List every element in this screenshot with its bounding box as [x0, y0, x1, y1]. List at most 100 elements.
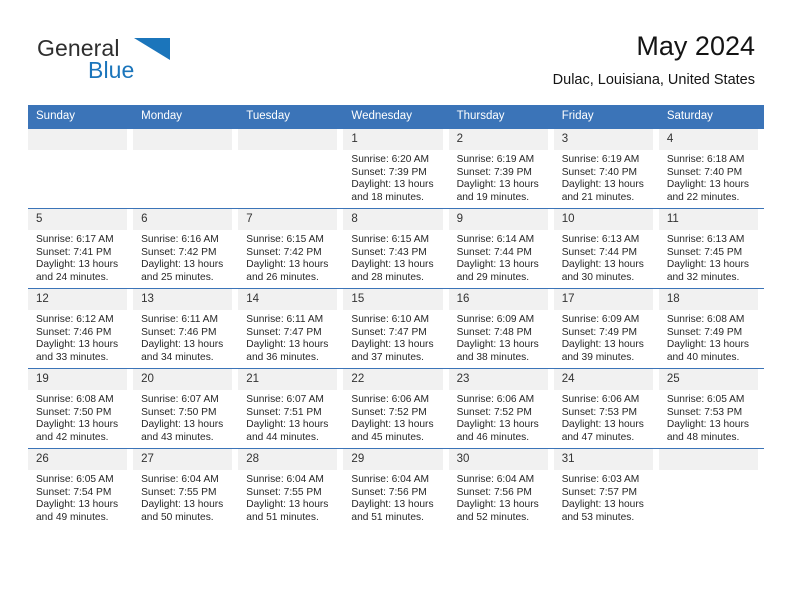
day-details: Sunrise: 6:06 AM Sunset: 7:52 PM Daylight:…: [449, 390, 549, 444]
calendar-day-cell[interactable]: 16 Sunrise: 6:09 AM Sunset: 7:48 PM Dayligh…: [448, 288, 554, 369]
logo-triangle-icon: [134, 38, 170, 60]
day-number: 11: [658, 209, 758, 230]
calendar-day-cell[interactable]: 31 Sunrise: 6:03 AM Sunset: 7:57 PM Dayligh…: [553, 448, 659, 528]
day-cell-inner: 31 Sunrise: 6:03 AM Sunset: 7:57 PM Dayligh…: [553, 449, 659, 528]
calendar-day-cell[interactable]: 8 Sunrise: 6:15 AM Sunset: 7:43 PM Daylight…: [343, 208, 449, 289]
day-details: Sunrise: 6:03 AM Sunset: 7:57 PM Daylight:…: [554, 470, 654, 524]
day-cell-inner: 29 Sunrise: 6:04 AM Sunset: 7:56 PM Dayligh…: [343, 449, 448, 528]
sunrise-text: Sunrise: 6:04 AM: [351, 474, 430, 485]
calendar-day-cell[interactable]: 4 Sunrise: 6:18 AM Sunset: 7:40 PM Daylight…: [658, 128, 764, 209]
day-cell-inner: 30 Sunrise: 6:04 AM Sunset: 7:56 PM Dayligh…: [448, 449, 554, 528]
sunrise-text: Sunrise: 6:20 AM: [351, 154, 430, 165]
calendar-week-row: 26 Sunrise: 6:05 AM Sunset: 7:54 PM Dayligh…: [28, 448, 764, 528]
day-number: 19: [28, 369, 128, 390]
sunset-text: Sunset: 7:49 PM: [561, 326, 638, 338]
day-number: [28, 129, 128, 150]
sunset-text: Sunset: 7:42 PM: [141, 246, 217, 258]
calendar-day-cell[interactable]: 13 Sunrise: 6:11 AM Sunset: 7:46 PM Dayligh…: [133, 288, 239, 369]
calendar-day-cell: [658, 448, 764, 528]
day-number: 10: [553, 209, 653, 230]
sunrise-text: Sunrise: 6:17 AM: [36, 234, 114, 245]
calendar-day-cell[interactable]: 17 Sunrise: 6:09 AM Sunset: 7:49 PM Dayligh…: [553, 288, 659, 369]
calendar-day-cell[interactable]: 19 Sunrise: 6:08 AM Sunset: 7:50 PM Dayligh…: [28, 368, 134, 449]
calendar-day-cell: [238, 128, 344, 209]
calendar-day-cell[interactable]: 7 Sunrise: 6:15 AM Sunset: 7:42 PM Daylight…: [238, 208, 344, 289]
day-details: Sunrise: 6:18 AM Sunset: 7:40 PM Daylight:…: [659, 150, 759, 204]
daylight-text: Daylight: 13 hours: [36, 499, 119, 511]
calendar-day-cell[interactable]: 14 Sunrise: 6:11 AM Sunset: 7:47 PM Dayligh…: [238, 288, 344, 369]
calendar-day-cell[interactable]: 24 Sunrise: 6:06 AM Sunset: 7:53 PM Dayligh…: [553, 368, 659, 449]
day-details: Sunrise: 6:15 AM Sunset: 7:43 PM Daylight:…: [343, 230, 443, 284]
calendar-day-cell[interactable]: 9 Sunrise: 6:14 AM Sunset: 7:44 PM Daylight…: [448, 208, 554, 289]
calendar-day-cell[interactable]: 18 Sunrise: 6:08 AM Sunset: 7:49 PM Dayligh…: [658, 288, 764, 369]
sunrise-text: Sunrise: 6:14 AM: [456, 234, 535, 245]
calendar-day-cell[interactable]: 1 Sunrise: 6:20 AM Sunset: 7:39 PM Daylight…: [343, 128, 449, 209]
day-cell-inner: 12 Sunrise: 6:12 AM Sunset: 7:46 PM Dayligh…: [28, 289, 133, 368]
daylight-text: and 21 minutes.: [561, 191, 635, 203]
calendar-day-cell[interactable]: 10 Sunrise: 6:13 AM Sunset: 7:44 PM Dayligh…: [553, 208, 659, 289]
calendar-week-row: 12 Sunrise: 6:12 AM Sunset: 7:46 PM Dayligh…: [28, 288, 764, 369]
day-number: 4: [658, 129, 758, 150]
daylight-text: and 19 minutes.: [456, 191, 530, 203]
day-cell-inner: [28, 129, 133, 208]
calendar-day-cell[interactable]: 29 Sunrise: 6:04 AM Sunset: 7:56 PM Dayligh…: [343, 448, 449, 528]
sunset-text: Sunset: 7:44 PM: [456, 246, 532, 258]
daylight-text: and 40 minutes.: [666, 351, 740, 363]
calendar-day-cell[interactable]: 25 Sunrise: 6:05 AM Sunset: 7:53 PM Dayligh…: [658, 368, 764, 449]
calendar-day-cell[interactable]: 11 Sunrise: 6:13 AM Sunset: 7:45 PM Dayligh…: [658, 208, 764, 289]
calendar-day-cell[interactable]: 22 Sunrise: 6:06 AM Sunset: 7:52 PM Dayligh…: [343, 368, 449, 449]
calendar-day-cell[interactable]: 6 Sunrise: 6:16 AM Sunset: 7:42 PM Daylight…: [133, 208, 239, 289]
calendar-day-cell[interactable]: 15 Sunrise: 6:10 AM Sunset: 7:47 PM Dayligh…: [343, 288, 449, 369]
daylight-text: and 39 minutes.: [561, 351, 635, 363]
daylight-text: Daylight: 13 hours: [351, 179, 434, 191]
day-number: 18: [658, 289, 758, 310]
daylight-text: and 24 minutes.: [36, 271, 109, 283]
day-number: 26: [28, 449, 128, 470]
location-subtitle: Dulac, Louisiana, United States: [552, 72, 755, 88]
day-details: Sunrise: 6:06 AM Sunset: 7:53 PM Daylight:…: [554, 390, 654, 444]
day-details: Sunrise: 6:06 AM Sunset: 7:52 PM Daylight:…: [343, 390, 443, 444]
daylight-text: Daylight: 13 hours: [666, 179, 749, 191]
daylight-text: Daylight: 13 hours: [351, 419, 434, 431]
calendar-day-cell[interactable]: 2 Sunrise: 6:19 AM Sunset: 7:39 PM Daylight…: [448, 128, 554, 209]
day-details: Sunrise: 6:08 AM Sunset: 7:49 PM Daylight:…: [659, 310, 759, 364]
day-number: 16: [448, 289, 548, 310]
calendar-day-cell[interactable]: 23 Sunrise: 6:06 AM Sunset: 7:52 PM Dayligh…: [448, 368, 554, 449]
sunrise-text: Sunrise: 6:18 AM: [666, 154, 745, 165]
calendar-day-cell[interactable]: 26 Sunrise: 6:05 AM Sunset: 7:54 PM Dayligh…: [28, 448, 134, 528]
calendar-day-cell[interactable]: 20 Sunrise: 6:07 AM Sunset: 7:50 PM Dayligh…: [133, 368, 239, 449]
day-details: Sunrise: 6:20 AM Sunset: 7:39 PM Daylight:…: [343, 150, 443, 204]
sunset-text: Sunset: 7:46 PM: [141, 326, 217, 338]
daylight-text: and 46 minutes.: [456, 431, 530, 443]
day-cell-inner: 23 Sunrise: 6:06 AM Sunset: 7:52 PM Dayligh…: [448, 369, 554, 448]
calendar-day-cell: [133, 128, 239, 209]
day-details: Sunrise: 6:14 AM Sunset: 7:44 PM Daylight:…: [449, 230, 549, 284]
daylight-text: Daylight: 13 hours: [456, 259, 539, 271]
daylight-text: and 36 minutes.: [246, 351, 319, 363]
day-cell-inner: 25 Sunrise: 6:05 AM Sunset: 7:53 PM Dayligh…: [658, 369, 764, 448]
day-number: 13: [133, 289, 233, 310]
calendar-day-cell[interactable]: 3 Sunrise: 6:19 AM Sunset: 7:40 PM Daylight…: [553, 128, 659, 209]
sunset-text: Sunset: 7:41 PM: [36, 246, 112, 258]
day-number: [133, 129, 233, 150]
daylight-text: Daylight: 13 hours: [36, 259, 119, 271]
sunset-text: Sunset: 7:55 PM: [246, 486, 322, 498]
calendar-day-cell[interactable]: 21 Sunrise: 6:07 AM Sunset: 7:51 PM Dayligh…: [238, 368, 344, 449]
day-number: 15: [343, 289, 443, 310]
day-details: Sunrise: 6:15 AM Sunset: 7:42 PM Daylight:…: [238, 230, 338, 284]
sunrise-text: Sunrise: 6:19 AM: [456, 154, 535, 165]
calendar-day-cell[interactable]: 30 Sunrise: 6:04 AM Sunset: 7:56 PM Dayligh…: [448, 448, 554, 528]
sunrise-text: Sunrise: 6:08 AM: [666, 314, 745, 325]
day-number: 17: [553, 289, 653, 310]
daylight-text: and 51 minutes.: [246, 511, 319, 523]
day-number: 6: [133, 209, 233, 230]
calendar-day-cell[interactable]: 12 Sunrise: 6:12 AM Sunset: 7:46 PM Dayligh…: [28, 288, 134, 369]
calendar-day-cell[interactable]: 28 Sunrise: 6:04 AM Sunset: 7:55 PM Dayligh…: [238, 448, 344, 528]
day-cell-inner: 1 Sunrise: 6:20 AM Sunset: 7:39 PM Daylight…: [343, 129, 448, 208]
daylight-text: Daylight: 13 hours: [351, 339, 434, 351]
calendar-day-cell[interactable]: 5 Sunrise: 6:17 AM Sunset: 7:41 PM Daylight…: [28, 208, 134, 289]
daylight-text: Daylight: 13 hours: [456, 419, 539, 431]
calendar-day-cell[interactable]: 27 Sunrise: 6:04 AM Sunset: 7:55 PM Dayligh…: [133, 448, 239, 528]
sunset-text: Sunset: 7:53 PM: [561, 406, 638, 418]
sunset-text: Sunset: 7:47 PM: [246, 326, 322, 338]
